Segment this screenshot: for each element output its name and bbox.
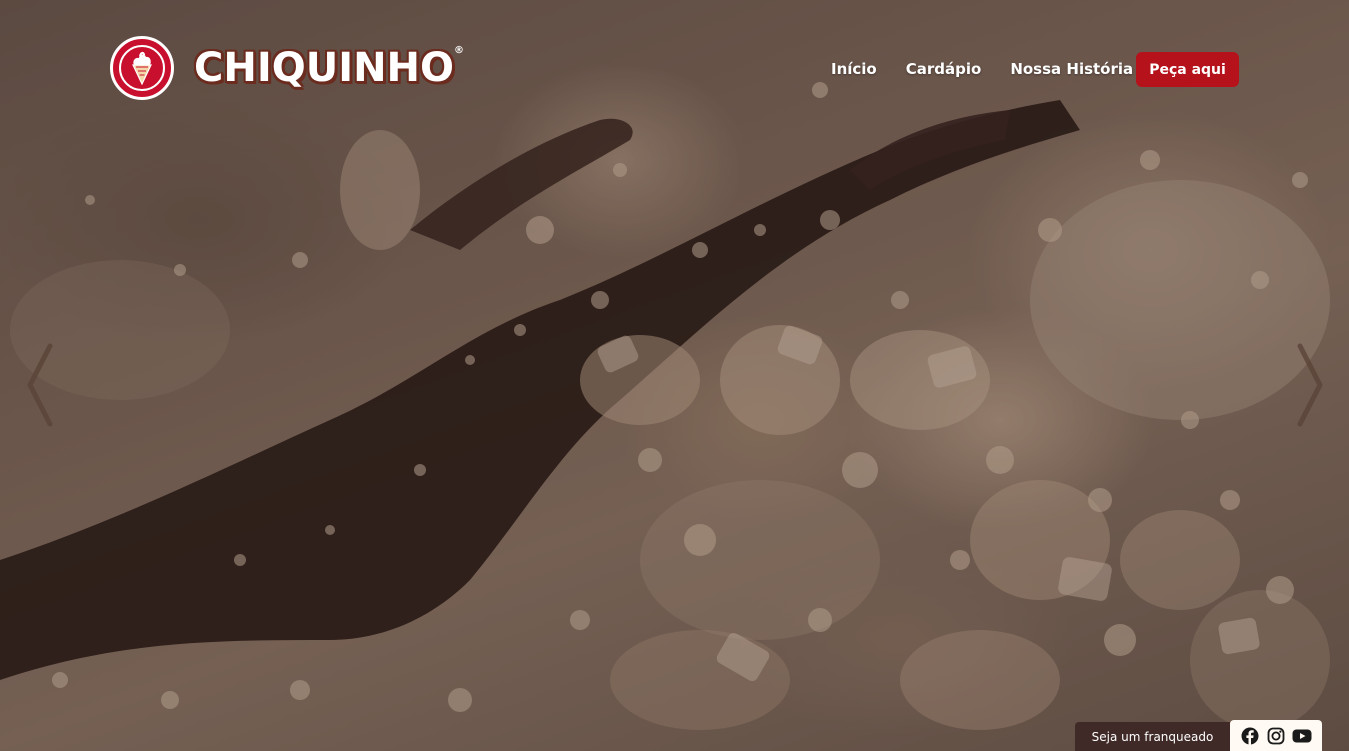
logo-badge: [110, 36, 174, 100]
franchise-link[interactable]: Seja um franqueado: [1075, 722, 1230, 751]
nav-item-cardapio[interactable]: Cardápio: [906, 58, 982, 80]
order-here-button[interactable]: Peça aqui: [1136, 52, 1239, 87]
instagram-icon[interactable]: [1266, 726, 1286, 746]
registered-mark: ®: [454, 45, 465, 56]
youtube-icon[interactable]: [1292, 726, 1312, 746]
hero-banner: CHIQUINHO ® Início Cardápio Nossa Histór…: [0, 0, 1349, 751]
nav-item-nossa-historia[interactable]: Nossa História: [1010, 58, 1133, 80]
main-nav: Início Cardápio Nossa História: [831, 58, 1133, 80]
ice-cream-cone-icon: [132, 51, 152, 85]
brand-logo[interactable]: CHIQUINHO ®: [110, 36, 465, 100]
facebook-icon[interactable]: [1240, 726, 1260, 746]
slider-prev-button[interactable]: [20, 340, 60, 430]
slider-next-button[interactable]: [1290, 340, 1330, 430]
chevron-left-icon: [27, 343, 53, 427]
hero-overlay: [0, 0, 1349, 751]
brand-wordmark: CHIQUINHO ®: [194, 45, 465, 91]
social-links: [1230, 720, 1322, 751]
nav-item-inicio[interactable]: Início: [831, 58, 877, 80]
chevron-right-icon: [1297, 343, 1323, 427]
